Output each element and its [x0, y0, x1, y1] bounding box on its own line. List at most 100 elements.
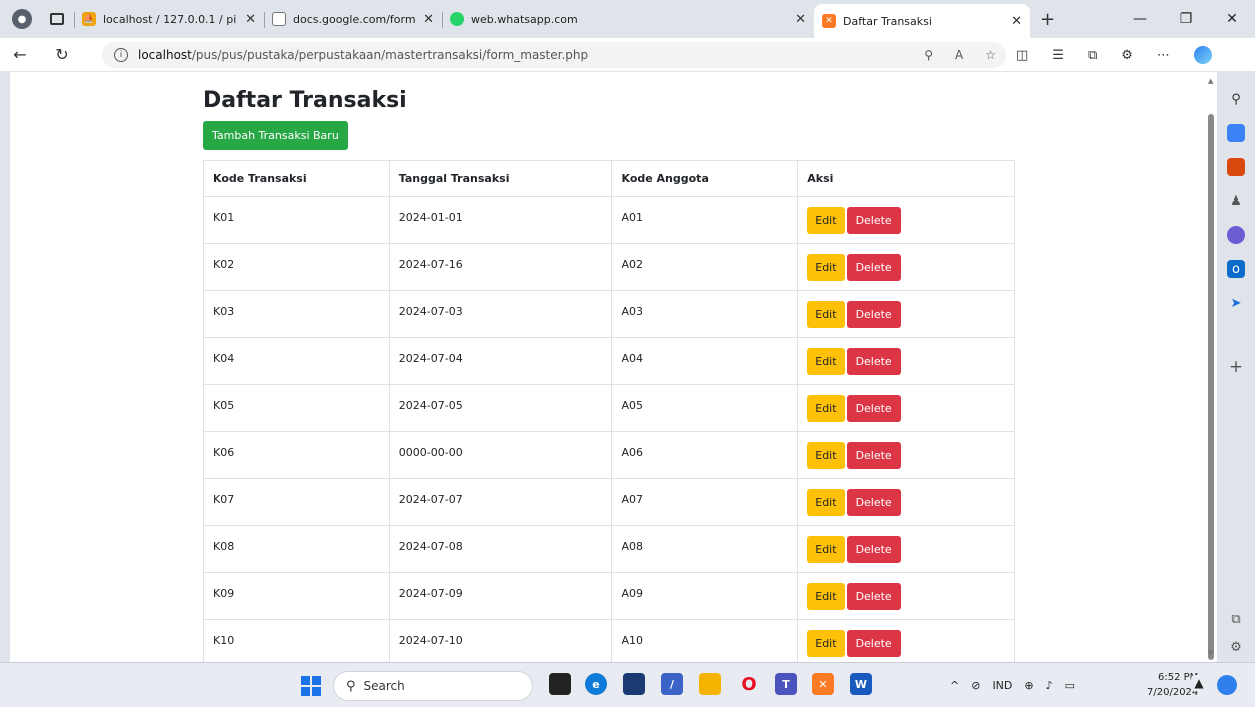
vscode-icon[interactable]: /: [661, 673, 683, 695]
tab-title: localhost / 127.0.0.1 / pinjam | p: [103, 12, 237, 26]
edit-button[interactable]: Edit: [807, 441, 845, 469]
close-icon[interactable]: ✕: [245, 12, 256, 27]
favorites-icon[interactable]: ☰: [1052, 48, 1064, 63]
new-tab-icon[interactable]: +: [1040, 9, 1055, 30]
language-indicator[interactable]: IND: [992, 679, 1012, 692]
scroll-up-icon[interactable]: ▲: [1208, 77, 1213, 85]
delete-button[interactable]: Delete: [846, 394, 901, 422]
zoom-icon[interactable]: ⚲: [924, 48, 933, 62]
cell-aksi: Edit Delete: [797, 384, 1015, 432]
add-sidebar-icon[interactable]: +: [1227, 357, 1245, 377]
copilot-taskbar-icon[interactable]: [1217, 675, 1237, 695]
edit-button[interactable]: Edit: [807, 394, 845, 422]
edit-button[interactable]: Edit: [807, 300, 845, 328]
cell-tanggal-transaksi: 2024-01-01: [388, 196, 613, 244]
delete-button[interactable]: Delete: [846, 347, 901, 375]
edit-button[interactable]: Edit: [807, 629, 845, 657]
edit-button[interactable]: Edit: [807, 488, 845, 516]
cell-kode-transaksi: K01: [203, 196, 390, 244]
table-row: K04 2024-07-04 A04 Edit Delete: [203, 337, 1015, 385]
page-scrollbar[interactable]: ▲ ▼: [1205, 72, 1217, 662]
back-icon[interactable]: ←: [6, 45, 34, 64]
cell-kode-anggota: A05: [611, 384, 799, 432]
word-icon[interactable]: W: [850, 673, 872, 695]
battery-icon[interactable]: ▭: [1065, 679, 1075, 692]
file-explorer-icon[interactable]: [699, 673, 721, 695]
url-field[interactable]: i localhost /pus/pus/pustaka/perpustakaa…: [102, 42, 1006, 68]
system-tray: ^ ⊘ IND ⊕ ♪ ▭: [950, 663, 1075, 707]
cell-aksi: Edit Delete: [797, 243, 1015, 291]
teams-icon[interactable]: T: [775, 673, 797, 695]
add-transaction-button[interactable]: Tambah Transaksi Baru: [203, 121, 348, 150]
scroll-thumb[interactable]: [1208, 114, 1214, 660]
profile-icon[interactable]: ●: [12, 9, 32, 29]
shopping-icon[interactable]: [1227, 124, 1245, 142]
favorite-star-icon[interactable]: ☆: [985, 48, 996, 62]
cell-tanggal-transaksi: 0000-00-00: [388, 431, 613, 479]
whatsapp-icon: [450, 12, 464, 26]
games-icon[interactable]: ♟: [1227, 192, 1245, 210]
delete-button[interactable]: Delete: [846, 535, 901, 563]
tools-icon[interactable]: [1227, 158, 1245, 176]
settings-icon[interactable]: ⚙: [1227, 638, 1245, 656]
outlook-icon[interactable]: o: [1227, 260, 1245, 278]
delete-button[interactable]: Delete: [846, 441, 901, 469]
search-icon[interactable]: ⚲: [1227, 90, 1245, 108]
cell-aksi: Edit Delete: [797, 196, 1015, 244]
windows-start-icon[interactable]: [301, 676, 321, 696]
address-bar-row: ← ↻ i localhost /pus/pus/pustaka/perpust…: [0, 38, 1255, 72]
more-icon[interactable]: ⋯: [1157, 48, 1170, 63]
edit-button[interactable]: Edit: [807, 206, 845, 234]
cell-kode-anggota: A09: [611, 572, 799, 620]
copilot-icon[interactable]: [1193, 46, 1212, 64]
delete-button[interactable]: Delete: [846, 629, 901, 657]
cell-aksi: Edit Delete: [797, 478, 1015, 526]
store-icon[interactable]: [623, 673, 645, 695]
copilot-sidebar-icon[interactable]: [1227, 226, 1245, 244]
delete-button[interactable]: Delete: [846, 300, 901, 328]
split-screen-icon[interactable]: ◫: [1016, 48, 1028, 63]
telegram-icon[interactable]: ➤: [1227, 294, 1245, 312]
chevron-up-icon[interactable]: ^: [950, 679, 959, 692]
cell-aksi: Edit Delete: [797, 337, 1015, 385]
tab-title: web.whatsapp.com: [471, 12, 578, 26]
volume-icon[interactable]: ♪: [1046, 679, 1053, 692]
xampp-taskbar-icon[interactable]: ✕: [812, 673, 834, 695]
task-view-icon[interactable]: [549, 673, 571, 695]
network-off-icon[interactable]: ⊘: [971, 679, 980, 692]
edit-button[interactable]: Edit: [807, 582, 845, 610]
info-icon[interactable]: i: [114, 48, 128, 62]
edit-button[interactable]: Edit: [807, 347, 845, 375]
edge-icon[interactable]: e: [585, 673, 607, 695]
opera-icon[interactable]: O: [738, 673, 760, 695]
collections-icon[interactable]: ⧉: [1088, 48, 1097, 63]
scroll-down-icon[interactable]: ▼: [1208, 649, 1213, 657]
close-window-icon[interactable]: ✕: [1209, 11, 1255, 27]
cell-kode-transaksi: K06: [203, 431, 390, 479]
edit-button[interactable]: Edit: [807, 253, 845, 281]
refresh-icon[interactable]: ↻: [48, 45, 76, 64]
read-aloud-icon[interactable]: A: [955, 48, 963, 62]
edit-button[interactable]: Edit: [807, 535, 845, 563]
restore-icon[interactable]: ❐: [1163, 11, 1209, 27]
close-icon[interactable]: ✕: [1011, 14, 1022, 29]
url-path: /pus/pus/pustaka/perpustakaan/mastertran…: [191, 48, 589, 62]
delete-button[interactable]: Delete: [846, 206, 901, 234]
table-header-row: Kode Transaksi Tanggal Transaksi Kode An…: [203, 160, 1015, 197]
tab-actions-icon[interactable]: [50, 13, 64, 25]
tab-phpmyadmin[interactable]: ⛵ localhost / 127.0.0.1 / pinjam | p ✕: [74, 4, 264, 34]
close-icon[interactable]: ✕: [423, 12, 434, 27]
delete-button[interactable]: Delete: [846, 582, 901, 610]
extensions-icon[interactable]: ⚙: [1121, 48, 1133, 63]
screenshot-icon[interactable]: ⧉: [1227, 610, 1245, 628]
tab-daftar-transaksi[interactable]: ✕ Daftar Transaksi ✕: [814, 4, 1030, 38]
minimize-icon[interactable]: —: [1117, 11, 1163, 27]
tab-google-forms[interactable]: docs.google.com/forms/d/1pTN ✕: [264, 4, 442, 34]
delete-button[interactable]: Delete: [846, 488, 901, 516]
close-icon[interactable]: ✕: [795, 12, 806, 27]
globe-icon[interactable]: ⊕: [1024, 679, 1033, 692]
notification-bell-icon[interactable]: ▲: [1191, 675, 1207, 691]
taskbar-search-box[interactable]: ⚲ Search: [333, 671, 533, 701]
delete-button[interactable]: Delete: [846, 253, 901, 281]
tab-whatsapp[interactable]: web.whatsapp.com ✕: [442, 4, 814, 34]
